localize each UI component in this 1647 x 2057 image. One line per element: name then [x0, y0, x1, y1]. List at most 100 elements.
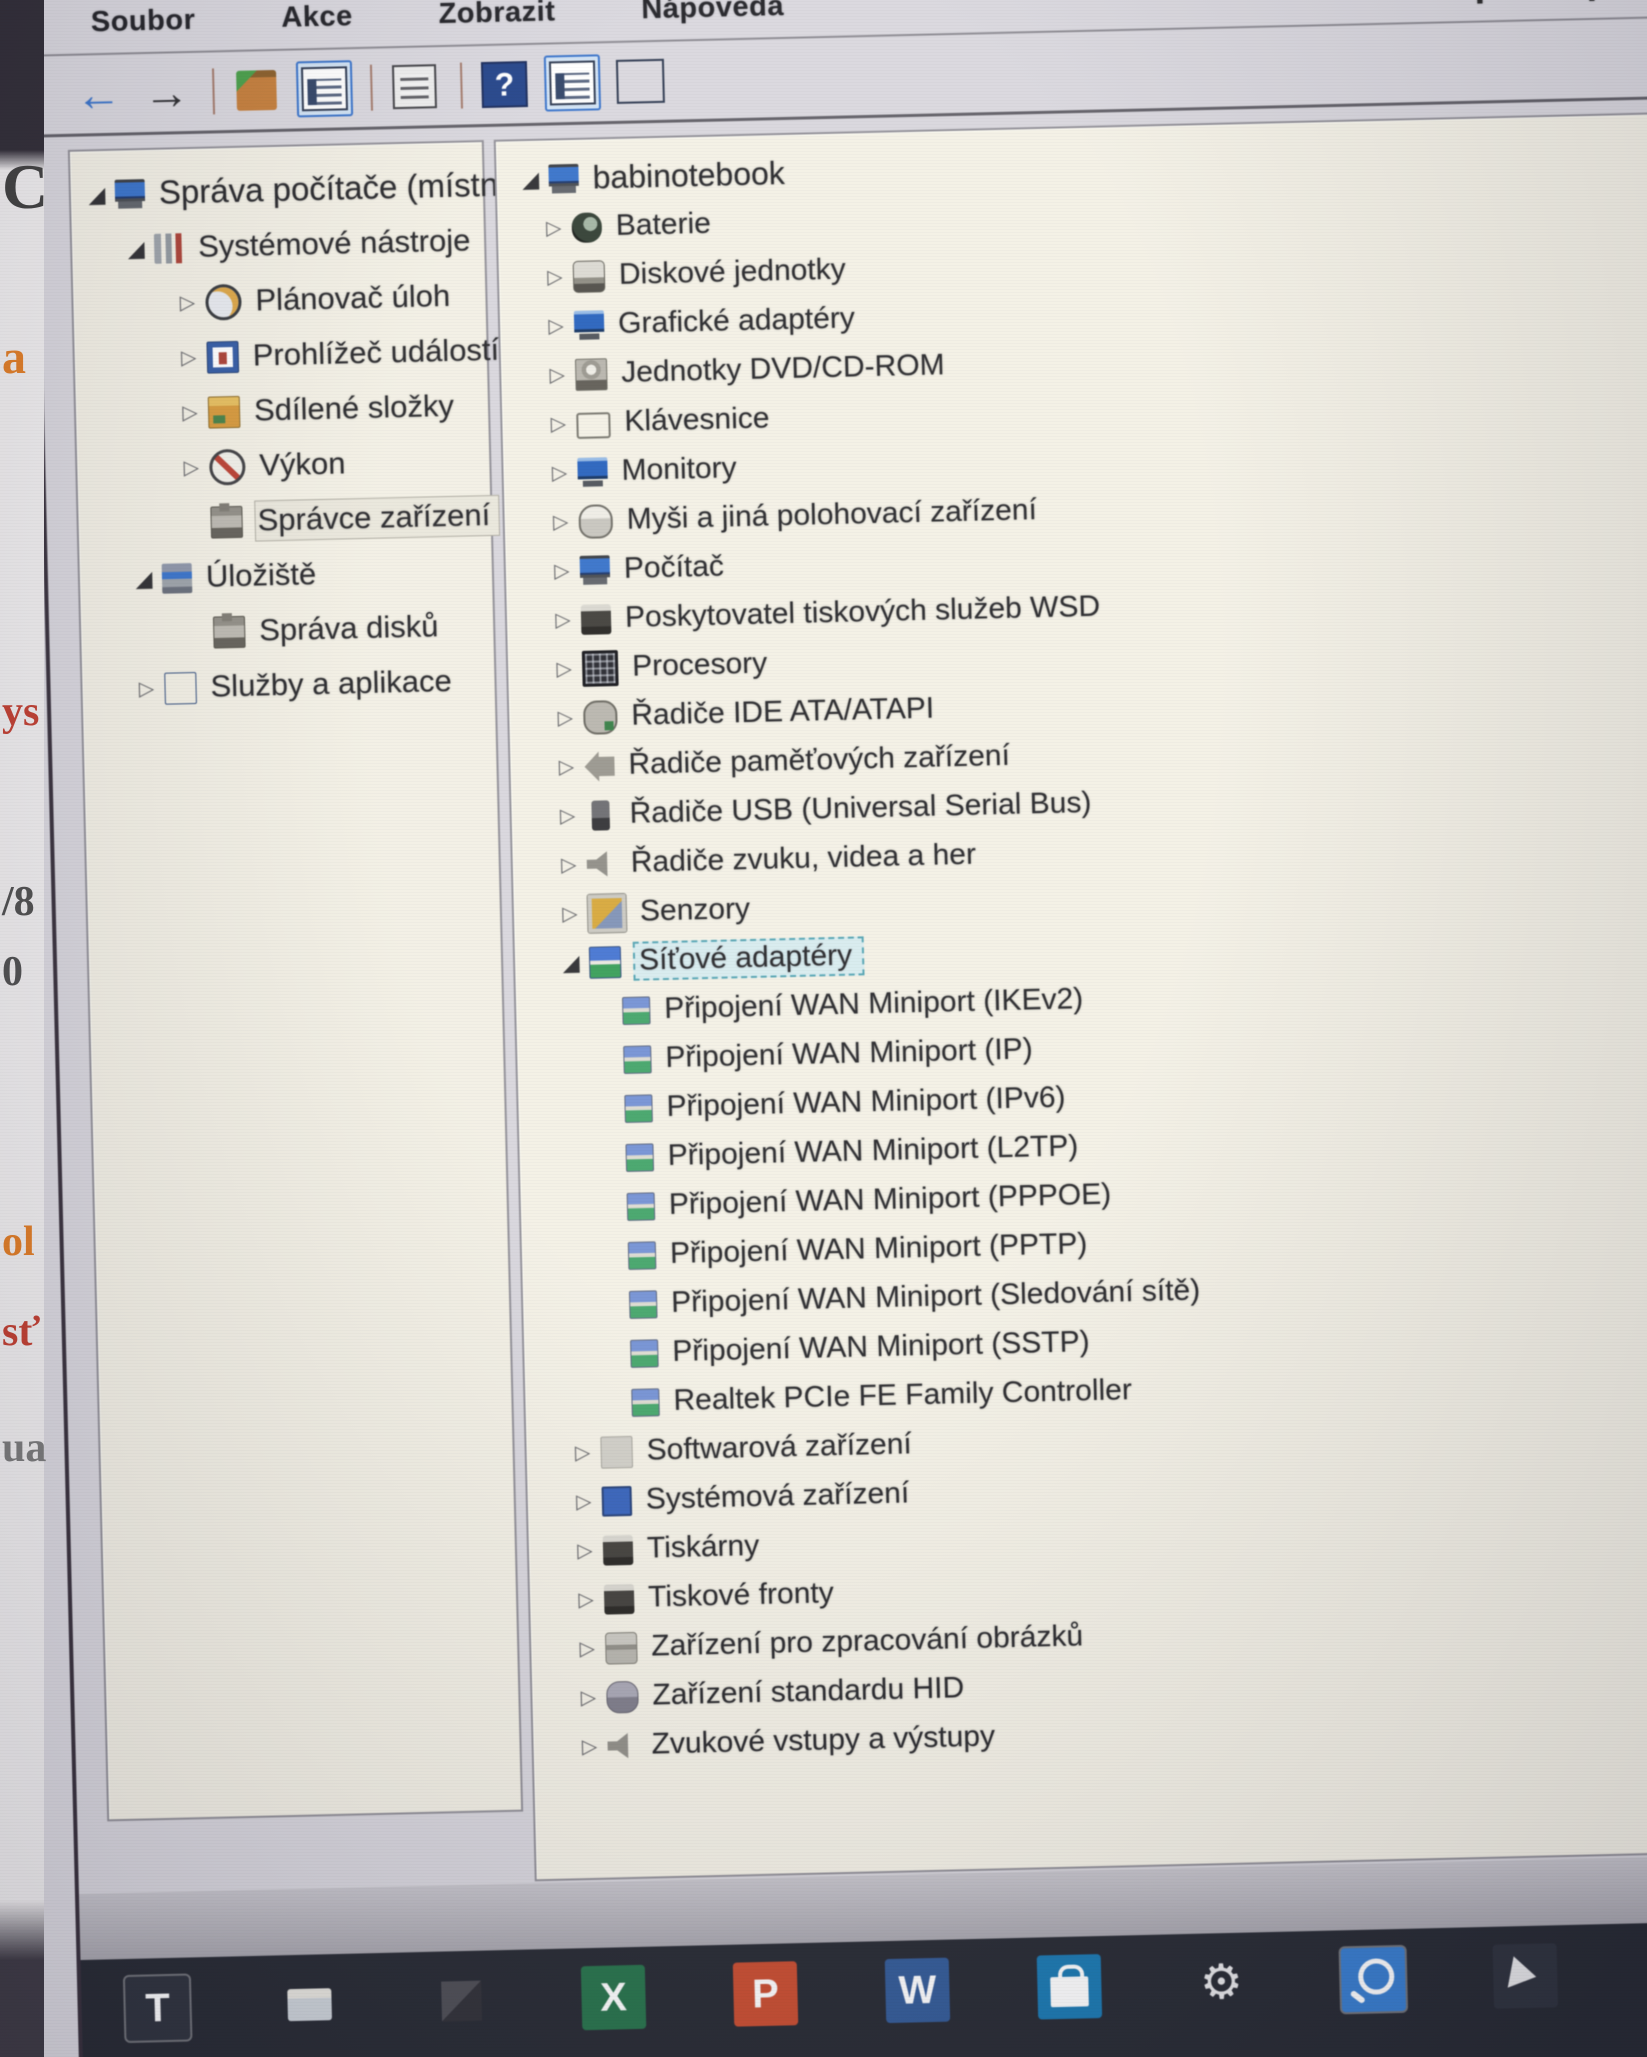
menu-soubor[interactable]: Soubor — [90, 3, 195, 38]
tree-item-label[interactable]: Realtek PCIe FE Family Controller — [671, 1372, 1140, 1420]
taskbar-settings[interactable]: ⚙ — [1189, 1950, 1254, 2015]
back-button[interactable]: ← — [70, 65, 127, 122]
tree-item-label[interactable]: Zařízení standardu HID — [650, 1670, 973, 1715]
expander-collapsed-icon[interactable]: ▷ — [570, 1685, 607, 1711]
tree-item[interactable]: Správa disků — [81, 598, 494, 663]
tree-item-label[interactable]: Výkon — [257, 444, 354, 485]
expander-collapsed-icon[interactable]: ▷ — [549, 803, 586, 829]
taskbar-app-t[interactable]: T — [124, 1975, 191, 2042]
tree-item-label[interactable]: Diskové jednotky — [617, 251, 855, 294]
tree-item-label[interactable]: Řadiče paměťových zařízení — [626, 738, 1018, 784]
expander-expanded-icon[interactable]: ◢ — [553, 949, 590, 976]
tree-item-label[interactable]: Řadiče zvuku, videa a her — [628, 836, 984, 881]
tree-item-label[interactable]: Procesory — [630, 645, 776, 685]
expander-collapsed-icon[interactable]: ▷ — [564, 1440, 601, 1466]
tree-item-label[interactable]: Prohlížeč událostí — [250, 331, 507, 376]
tree-item-label[interactable]: Jednotky DVD/CD-ROM — [619, 347, 953, 392]
expander-collapsed-icon[interactable]: ▷ — [537, 264, 574, 290]
standard-view-button[interactable] — [543, 54, 602, 112]
taskbar-pen-pointer[interactable] — [1492, 1943, 1559, 2009]
tree-item-label[interactable]: Monitory — [619, 450, 745, 490]
expander-collapsed-icon[interactable]: ▷ — [547, 705, 584, 731]
expander-collapsed-icon[interactable]: ▷ — [552, 901, 589, 927]
taskbar-excel[interactable]: X — [580, 1964, 647, 2031]
expander-expanded-icon[interactable]: ◢ — [79, 181, 116, 208]
menu-zobrazit[interactable]: Zobrazit — [438, 0, 556, 31]
expander-collapsed-icon[interactable]: ▷ — [171, 345, 208, 371]
tree-item[interactable]: ▷ Prohlížeč událostí — [74, 323, 500, 388]
expander-collapsed-icon[interactable]: ▷ — [571, 1734, 608, 1760]
tree-item-label[interactable]: Tiskové fronty — [646, 1575, 842, 1617]
tree-item-label[interactable]: Systémové nástroje — [196, 221, 479, 267]
tree-item-label[interactable]: Systémová zařízení — [643, 1475, 917, 1518]
tree-item-label[interactable]: Plánovač úloh — [253, 277, 459, 321]
tree-item-label[interactable]: Připojení WAN Miniport (IPv6) — [664, 1079, 1074, 1126]
tree-item[interactable]: ▷ Služby a aplikace — [82, 653, 495, 718]
show-console-tree-button[interactable] — [295, 60, 354, 118]
tree-item[interactable]: ◢ Úložiště — [79, 543, 492, 608]
expander-collapsed-icon[interactable]: ▷ — [540, 411, 577, 437]
tree-item[interactable]: ▷ Výkon — [77, 433, 490, 498]
tree-item-label[interactable]: Senzory — [638, 891, 759, 931]
tree-item-label[interactable]: Baterie — [613, 206, 719, 245]
tree-item-label[interactable]: Připojení WAN Miniport (SSTP) — [670, 1324, 1098, 1371]
tree-item-label[interactable]: Klávesnice — [622, 400, 778, 441]
tree-item-label[interactable]: Myši a jiná polohovací zařízení — [624, 492, 1045, 539]
tree-item-label[interactable]: Zařízení pro zpracování obrázků — [649, 1618, 1092, 1665]
expander-collapsed-icon[interactable]: ▷ — [172, 400, 209, 426]
tree-item-label[interactable]: Úložiště — [204, 555, 325, 597]
tree-item-label[interactable]: babinotebook — [590, 153, 793, 198]
taskbar-app-cube[interactable] — [429, 1968, 494, 2033]
tree-item-label[interactable]: Správa počítače (místní) — [156, 164, 526, 214]
taskbar-store[interactable] — [1036, 1954, 1103, 2020]
device-tree-panel[interactable]: ◢ babinotebook ▷ Baterie ▷ Diskové jednotky ▷ G… — [493, 110, 1647, 1882]
expander-collapsed-icon[interactable]: ▷ — [536, 215, 573, 241]
expander-expanded-icon[interactable]: ◢ — [118, 235, 155, 262]
expander-collapsed-icon[interactable]: ▷ — [173, 455, 210, 481]
tree-item-label[interactable]: Připojení WAN Miniport (PPTP) — [668, 1226, 1096, 1273]
expander-collapsed-icon[interactable]: ▷ — [128, 676, 165, 702]
expander-collapsed-icon[interactable]: ▷ — [551, 852, 588, 878]
tree-item-label[interactable]: Připojení WAN Miniport (IKEv2) — [662, 981, 1092, 1028]
menu-napoveda[interactable]: Nápověda — [641, 0, 784, 26]
tree-item-label[interactable]: Zvukové vstupy a výstupy — [649, 1718, 1003, 1763]
tree-item-label[interactable]: Připojení WAN Miniport (Sledování sítě) — [669, 1272, 1209, 1322]
forward-button[interactable]: → — [138, 64, 195, 121]
expander-collapsed-icon[interactable]: ▷ — [545, 607, 582, 633]
expander-expanded-icon[interactable]: ◢ — [512, 166, 549, 193]
taskbar-search[interactable] — [1340, 1946, 1407, 2013]
expander-collapsed-icon[interactable]: ▷ — [548, 754, 585, 780]
tree-item[interactable]: ▷ Sdílené složky — [75, 378, 488, 443]
tree-item-label[interactable]: Řadiče USB (Universal Serial Bus) — [627, 785, 1100, 833]
tree-item-label[interactable]: Správce zařízení — [254, 494, 500, 542]
menu-akce[interactable]: Akce — [281, 0, 353, 34]
tree-item[interactable]: ◢ Správa počítače (místní) — [70, 158, 519, 223]
tree-item-label[interactable]: Služby a aplikace — [208, 662, 460, 707]
tree-item-label[interactable]: Připojení WAN Miniport (PPPOE) — [666, 1176, 1119, 1224]
console-tree-panel[interactable]: ◢ Správa počítače (místní) ◢ Systémové nást… — [67, 140, 524, 1822]
tree-item-label[interactable]: Připojení WAN Miniport (IP) — [663, 1031, 1041, 1077]
help-button[interactable]: ? — [476, 56, 533, 113]
taskbar-file-explorer[interactable] — [277, 1972, 342, 2037]
tree-item-label[interactable]: Připojení WAN Miniport (L2TP) — [665, 1128, 1086, 1175]
taskbar-powerpoint[interactable]: P — [732, 1961, 799, 2027]
expander-collapsed-icon[interactable]: ▷ — [566, 1489, 603, 1515]
expander-collapsed-icon[interactable]: ▷ — [544, 558, 581, 584]
expander-collapsed-icon[interactable]: ▷ — [539, 362, 576, 388]
tree-item-label[interactable]: Řadiče IDE ATA/ATAPI — [629, 690, 943, 734]
export-list-button[interactable] — [228, 62, 285, 119]
expander-collapsed-icon[interactable]: ▷ — [542, 509, 579, 535]
tree-item[interactable]: Správce zařízení — [78, 488, 500, 553]
expander-collapsed-icon[interactable]: ▷ — [538, 313, 575, 339]
expander-collapsed-icon[interactable]: ▷ — [169, 290, 206, 316]
tree-item[interactable]: ◢ Systémové nástroje — [72, 213, 485, 278]
tree-item-label[interactable]: Sdílené složky — [252, 387, 463, 431]
tree-item-label[interactable]: Tiskárny — [645, 1528, 768, 1568]
tree-item-label[interactable]: Poskytovatel tiskových služeb WSD — [623, 588, 1109, 636]
expander-collapsed-icon[interactable]: ▷ — [568, 1587, 605, 1613]
expander-collapsed-icon[interactable]: ▷ — [567, 1538, 604, 1564]
expander-collapsed-icon[interactable]: ▷ — [541, 460, 578, 486]
tree-item-label[interactable]: Síťové adaptéry — [632, 936, 865, 981]
tree-item-label[interactable]: Správa disků — [257, 607, 447, 650]
tree-item-label[interactable]: Počítač — [621, 548, 732, 588]
